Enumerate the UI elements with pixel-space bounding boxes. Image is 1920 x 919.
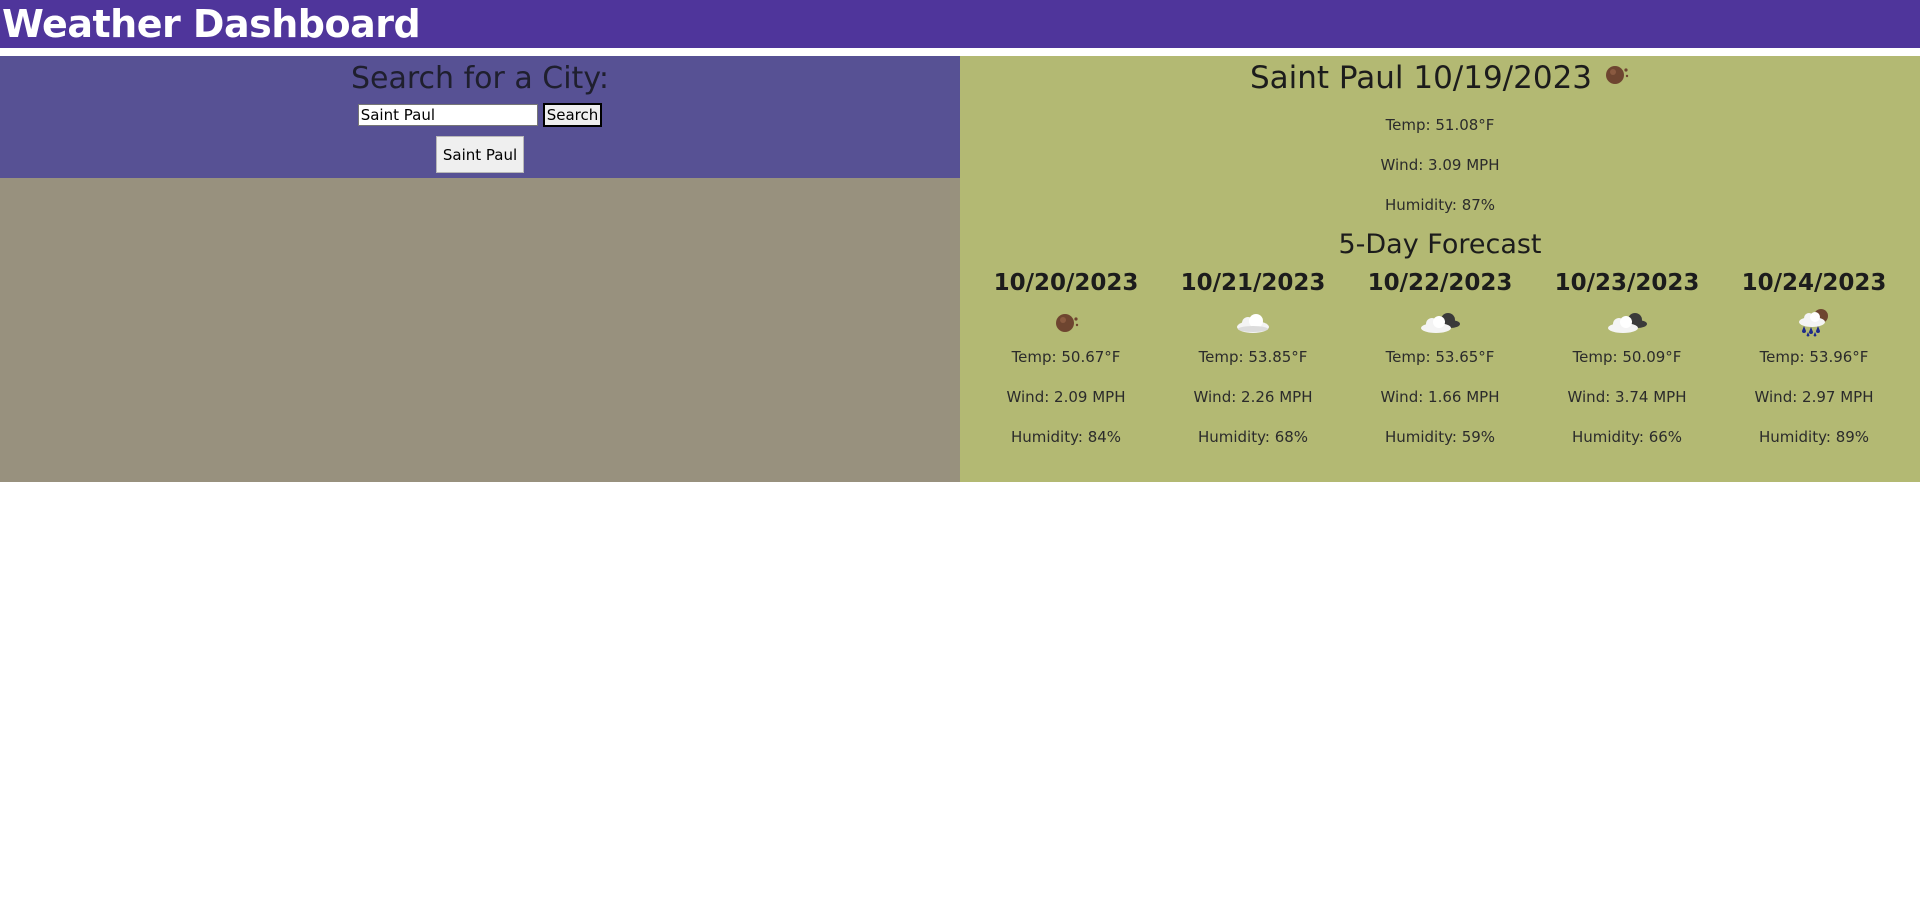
- forecast-date: 10/22/2023: [1367, 270, 1513, 296]
- forecast-day-card: 10/20/2023 Temp: 50.67°F Wind: 2.09 MPH …: [973, 265, 1160, 447]
- forecast-wind: Wind: 3.74 MPH: [1567, 388, 1687, 406]
- forecast-date: 10/20/2023: [993, 270, 1139, 296]
- forecast-date: 10/21/2023: [1180, 270, 1326, 296]
- rain-night-icon: [1794, 306, 1834, 338]
- forecast-temp: Temp: 50.67°F: [1011, 348, 1121, 366]
- header-divider: [0, 48, 1920, 56]
- city-search-input[interactable]: [357, 104, 538, 126]
- forecast-date: 10/23/2023: [1554, 270, 1700, 296]
- app-header: Weather Dashboard: [0, 0, 1920, 48]
- forecast-row: 10/20/2023 Temp: 50.67°F Wind: 2.09 MPH …: [973, 265, 1908, 447]
- forecast-day-card: 10/24/2023 Temp: 53.96°F Wind: 2.97 MPH …: [1721, 265, 1908, 447]
- main-content: Search for a City: Search Saint Paul Sai…: [0, 56, 1920, 482]
- forecast-temp: Temp: 53.96°F: [1759, 348, 1869, 366]
- forecast-temp: Temp: 53.65°F: [1385, 348, 1495, 366]
- current-wind: Wind: 3.09 MPH: [1380, 156, 1500, 174]
- forecast-heading: 5-Day Forecast: [1338, 229, 1542, 260]
- forecast-wind: Wind: 2.26 MPH: [1193, 388, 1313, 406]
- forecast-date: 10/24/2023: [1741, 270, 1887, 296]
- forecast-temp: Temp: 53.85°F: [1198, 348, 1308, 366]
- search-column: Search for a City: Search Saint Paul: [0, 56, 960, 482]
- forecast-humidity: Humidity: 68%: [1197, 428, 1309, 446]
- broken-clouds-icon: [1418, 306, 1462, 338]
- forecast-humidity: Humidity: 66%: [1571, 428, 1683, 446]
- current-temp: Temp: 51.08°F: [1385, 116, 1495, 134]
- forecast-wind: Wind: 2.97 MPH: [1754, 388, 1874, 406]
- page-title: Weather Dashboard: [2, 2, 421, 46]
- moon-icon: [1602, 58, 1630, 98]
- forecast-wind: Wind: 2.09 MPH: [1006, 388, 1126, 406]
- forecast-wind: Wind: 1.66 MPH: [1380, 388, 1500, 406]
- weather-panel: Saint Paul 10/19/2023 Temp: 51.08°F Wind…: [960, 56, 1920, 482]
- moon-icon: [1051, 306, 1081, 338]
- search-button[interactable]: Search: [542, 103, 603, 127]
- forecast-humidity: Humidity: 89%: [1758, 428, 1870, 446]
- search-row: Search: [357, 103, 603, 127]
- history-city-button[interactable]: Saint Paul: [435, 136, 525, 173]
- current-city-date: Saint Paul 10/19/2023: [1249, 60, 1593, 96]
- forecast-day-card: 10/21/2023 Temp: 53.85°F Wind: 2.26 MPH …: [1160, 265, 1347, 447]
- forecast-day-card: 10/22/2023 Temp: 53.65°F Wind: 1.66 MPH …: [1347, 265, 1534, 447]
- broken-clouds-icon: [1605, 306, 1649, 338]
- search-panel: Search for a City: Search Saint Paul: [0, 56, 960, 178]
- current-weather-title: Saint Paul 10/19/2023: [1250, 58, 1630, 98]
- forecast-humidity: Humidity: 59%: [1384, 428, 1496, 446]
- forecast-day-card: 10/23/2023 Temp: 50.09°F Wind: 3.74 MPH …: [1534, 265, 1721, 447]
- search-history-area: [0, 178, 960, 482]
- cloud-icon: [1233, 306, 1273, 338]
- current-humidity: Humidity: 87%: [1384, 196, 1496, 214]
- forecast-humidity: Humidity: 84%: [1010, 428, 1122, 446]
- search-heading: Search for a City:: [350, 61, 610, 96]
- forecast-temp: Temp: 50.09°F: [1572, 348, 1682, 366]
